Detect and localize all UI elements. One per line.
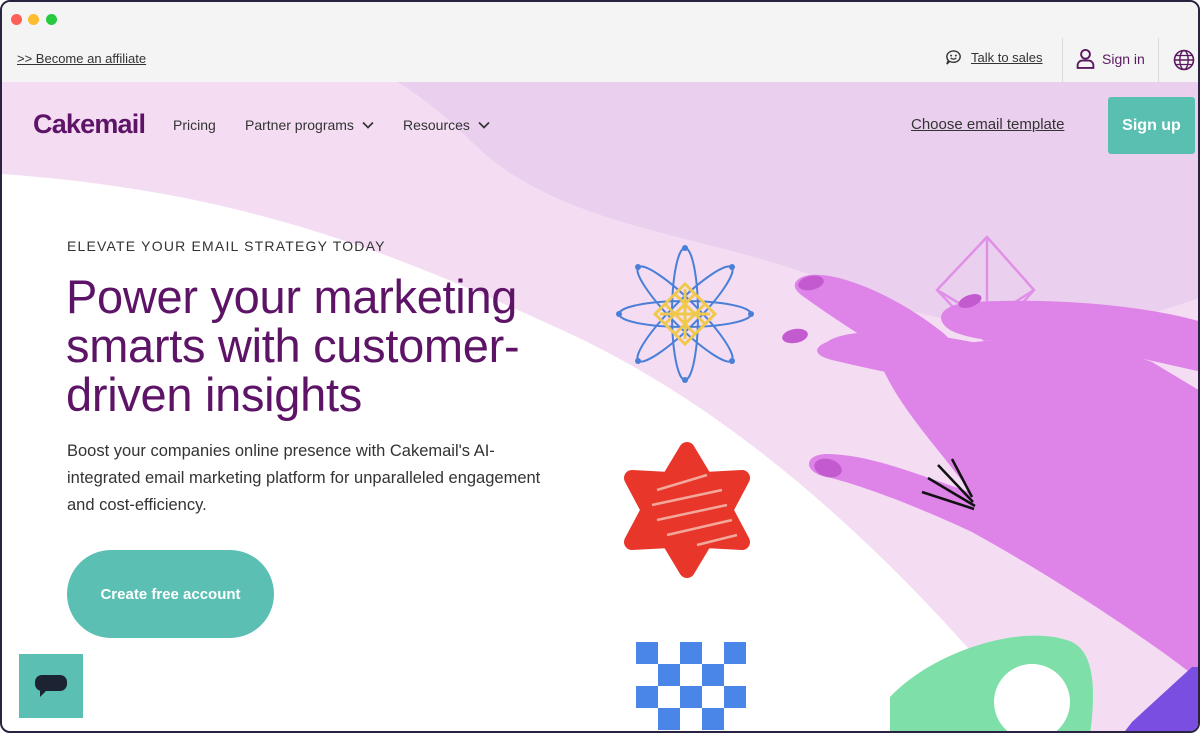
nav-item-resources[interactable]: Resources	[403, 117, 490, 133]
user-icon	[1076, 48, 1095, 69]
hero-headline: Power your marketing smarts with custome…	[66, 270, 520, 421]
hand-graphic	[794, 274, 1198, 679]
utility-bar: >> Become an affiliate Talk to sales Sig…	[2, 38, 1198, 82]
browser-window: >> Become an affiliate Talk to sales Sig…	[0, 0, 1200, 733]
nav-item-label: Resources	[403, 117, 470, 133]
hero-illustration	[616, 235, 1198, 731]
chat-bubble-icon	[946, 50, 961, 65]
chat-widget-button[interactable]	[19, 654, 83, 718]
talk-to-sales-label: Talk to sales	[971, 50, 1043, 65]
purple-patch-graphic	[1125, 667, 1198, 731]
affiliate-link[interactable]: >> Become an affiliate	[17, 51, 146, 66]
talk-to-sales-link[interactable]: Talk to sales	[944, 48, 1043, 67]
zoom-window-button[interactable]	[46, 14, 57, 25]
globe-icon[interactable]	[1173, 49, 1195, 71]
hero-subtext: Boost your companies online presence wit…	[67, 442, 541, 514]
main-nav: Cakemail Pricing Partner programs Resour…	[2, 82, 1198, 170]
sign-in-link[interactable]: Sign in	[1076, 48, 1145, 69]
hero-eyebrow: ELEVATE YOUR EMAIL STRATEGY TODAY	[67, 238, 386, 254]
nav-item-partner-programs[interactable]: Partner programs	[245, 117, 374, 133]
create-free-account-button[interactable]: Create free account	[67, 550, 274, 638]
nav-item-label: Partner programs	[245, 117, 354, 133]
chevron-down-icon	[478, 121, 490, 129]
minimize-window-button[interactable]	[28, 14, 39, 25]
sign-in-label: Sign in	[1102, 50, 1145, 67]
chevron-down-icon	[362, 121, 374, 129]
blue-checker-graphic	[636, 642, 746, 730]
red-star-graphic	[624, 442, 750, 578]
nav-item-label: Pricing	[173, 117, 216, 133]
cakemail-logo[interactable]: Cakemail	[33, 109, 146, 140]
nav-item-pricing[interactable]: Pricing	[173, 117, 216, 133]
green-shape-graphic	[890, 635, 1093, 731]
divider	[1158, 38, 1159, 82]
sign-up-button[interactable]: Sign up	[1108, 97, 1195, 154]
divider	[1062, 38, 1063, 82]
window-titlebar	[2, 2, 1198, 38]
blue-star-graphic	[616, 245, 754, 383]
chat-widget-icon	[35, 675, 67, 697]
close-window-button[interactable]	[11, 14, 22, 25]
choose-email-template-link[interactable]: Choose email template	[911, 116, 1064, 133]
